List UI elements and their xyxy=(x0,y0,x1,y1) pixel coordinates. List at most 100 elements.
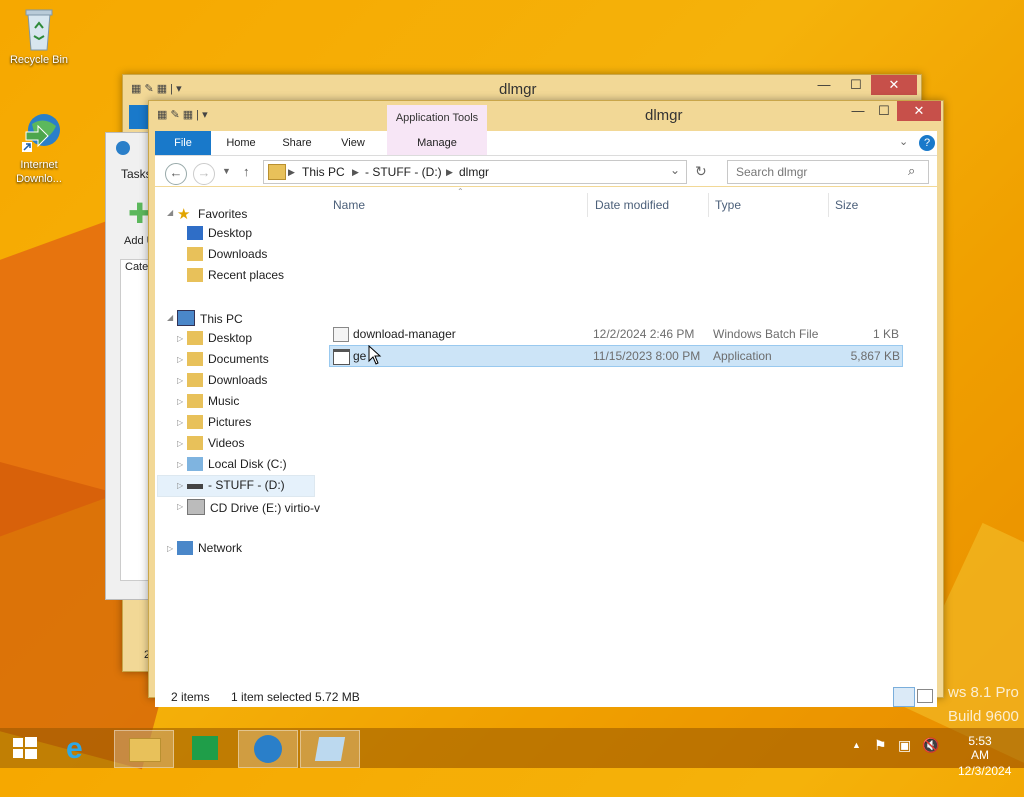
nav-favorites-recent-places[interactable]: Recent places xyxy=(187,268,284,282)
taskbar-internet-explorer[interactable]: e xyxy=(52,730,110,766)
nav-pc-cd-drive[interactable]: CD Drive (E:) virtio-v xyxy=(187,499,320,515)
taskbar-store[interactable] xyxy=(176,730,234,766)
expand-arrow-icon[interactable]: ▷ xyxy=(177,460,183,469)
refresh-icon[interactable]: ↻ xyxy=(695,163,707,180)
nav-pc-pictures[interactable]: Pictures xyxy=(187,415,251,429)
tab-file[interactable]: File xyxy=(155,131,211,155)
breadcrumb-stuff-drive[interactable]: - STUFF - (D:) xyxy=(365,165,442,179)
file-type: Windows Batch File xyxy=(713,327,819,341)
expand-arrow-icon[interactable]: ▷ xyxy=(167,544,173,553)
nav-pc-local-disk[interactable]: Local Disk (C:) xyxy=(187,457,287,471)
address-bar[interactable]: ▶ This PC ▶ - STUFF - (D:) ▶ dlmgr ⌄ xyxy=(263,160,687,184)
show-hidden-icons-icon[interactable]: ▲ xyxy=(852,740,861,750)
column-divider[interactable] xyxy=(587,193,588,217)
tab-home[interactable]: Home xyxy=(215,131,267,155)
taskbar-file-explorer[interactable] xyxy=(114,730,174,768)
forward-button[interactable]: → xyxy=(193,163,215,185)
app-window-icon xyxy=(314,737,346,761)
nav-network[interactable]: Network xyxy=(177,541,242,555)
recycle-bin-icon xyxy=(20,6,58,51)
tab-share[interactable]: Share xyxy=(271,131,323,155)
column-header-name[interactable]: Name xyxy=(333,198,365,212)
tab-manage[interactable]: Manage xyxy=(387,131,487,155)
column-header-size[interactable]: Size xyxy=(835,198,858,212)
categories-header: Cate xyxy=(125,261,149,273)
search-icon[interactable]: ⌕ xyxy=(908,163,915,179)
nav-pc-stuff-drive[interactable]: - STUFF - (D:) xyxy=(187,478,285,492)
breadcrumb-dlmgr[interactable]: dlmgr xyxy=(459,165,489,179)
idm-app-icon xyxy=(116,141,130,155)
minimize-button[interactable]: — xyxy=(811,75,837,95)
expand-arrow-icon[interactable]: ▷ xyxy=(177,502,183,511)
up-arrow-icon[interactable]: ↑ xyxy=(243,164,250,179)
nav-pc-desktop[interactable]: Desktop xyxy=(187,331,252,345)
windows-build-watermark: Build 9600 xyxy=(948,708,1019,725)
back-button[interactable]: ← xyxy=(165,163,187,185)
action-center-flag-icon[interactable]: ⚑ xyxy=(874,737,887,754)
maximize-button[interactable]: ☐ xyxy=(843,75,869,95)
help-icon[interactable]: ? xyxy=(919,135,935,151)
column-header-date-modified[interactable]: Date modified xyxy=(595,198,669,212)
expand-arrow-icon[interactable]: ▷ xyxy=(177,439,183,448)
videos-folder-icon xyxy=(187,436,203,450)
pictures-folder-icon xyxy=(187,415,203,429)
batch-file-icon xyxy=(333,327,349,342)
search-input[interactable]: Search dlmgr xyxy=(736,165,807,179)
quick-access-toolbar[interactable]: ▦ ✎ ▦ | ▾ xyxy=(157,108,208,121)
clock[interactable]: 5:53 AM 12/3/2024 xyxy=(958,734,1011,778)
expand-arrow-icon[interactable]: ▷ xyxy=(177,355,183,364)
desktop-icon-recycle-bin[interactable]: Recycle Bin xyxy=(4,6,74,66)
large-icons-view-icon[interactable] xyxy=(917,689,933,703)
tab-view[interactable]: View xyxy=(327,131,379,155)
network-status-icon[interactable]: ▣ xyxy=(898,737,911,754)
navigation-pane: ◢ ★ Favorites Desktop Downloads Recent pl… xyxy=(155,187,320,685)
expand-arrow-icon[interactable]: ▷ xyxy=(177,376,183,385)
expand-arrow-icon[interactable]: ▷ xyxy=(177,418,183,427)
nav-favorites[interactable]: ★ Favorites xyxy=(177,205,247,223)
file-row-selected[interactable]: ge 11/15/2023 8:00 PM Application 5,867 … xyxy=(329,345,903,367)
details-view-icon[interactable] xyxy=(893,687,915,707)
expand-arrow-icon[interactable]: ▷ xyxy=(177,481,183,490)
chevron-right-icon: ▶ xyxy=(288,167,295,177)
address-bar-row: ← → ▼ ↑ ▶ This PC ▶ - STUFF - (D:) ▶ dlm… xyxy=(155,156,937,186)
file-row[interactable]: download-manager 12/2/2024 2:46 PM Windo… xyxy=(329,324,901,344)
downloads-folder-icon xyxy=(187,247,203,261)
computer-icon xyxy=(177,310,195,326)
collapse-arrow-icon[interactable]: ◢ xyxy=(167,208,173,217)
column-divider[interactable] xyxy=(828,193,829,217)
windows-watermark: ws 8.1 Pro xyxy=(948,684,1019,701)
expand-arrow-icon[interactable]: ▷ xyxy=(177,397,183,406)
network-icon xyxy=(177,541,193,555)
column-divider[interactable] xyxy=(708,193,709,217)
downloads-folder-icon xyxy=(187,373,203,387)
nav-pc-music[interactable]: Music xyxy=(187,394,239,408)
volume-muted-icon[interactable]: 🔇 xyxy=(922,737,939,754)
nav-this-pc[interactable]: This PC xyxy=(177,310,243,326)
nav-pc-downloads[interactable]: Downloads xyxy=(187,373,267,387)
nav-favorites-desktop[interactable]: Desktop xyxy=(187,226,252,240)
file-name: ge xyxy=(353,349,367,363)
expand-ribbon-icon[interactable]: ⌄ xyxy=(899,135,908,148)
maximize-button[interactable]: ☐ xyxy=(871,101,897,121)
address-dropdown-icon[interactable]: ⌄ xyxy=(670,163,680,177)
search-box[interactable]: Search dlmgr ⌕ xyxy=(727,160,929,184)
collapse-arrow-icon[interactable]: ◢ xyxy=(167,313,173,322)
nav-pc-videos[interactable]: Videos xyxy=(187,436,244,450)
taskbar-app[interactable] xyxy=(300,730,360,768)
close-button[interactable]: ✕ xyxy=(897,101,941,121)
taskbar-internet-download-manager[interactable] xyxy=(238,730,298,768)
explorer-window[interactable]: ▦ ✎ ▦ | ▾ Application Tools dlmgr — ☐ ✕ … xyxy=(148,100,944,707)
start-button[interactable] xyxy=(0,730,50,766)
quick-access-toolbar: ▦ ✎ ▦ | ▾ xyxy=(131,83,182,95)
application-icon xyxy=(333,349,350,365)
minimize-button[interactable]: — xyxy=(845,101,871,121)
nav-favorites-downloads[interactable]: Downloads xyxy=(187,247,267,261)
desktop-icon-internet-download-manager[interactable]: Internet Downlo... xyxy=(4,112,74,186)
folder-icon xyxy=(268,164,286,180)
close-button[interactable]: ✕ xyxy=(871,75,917,95)
recent-locations-icon[interactable]: ▼ xyxy=(222,166,231,176)
breadcrumb-this-pc[interactable]: This PC xyxy=(302,165,345,179)
nav-pc-documents[interactable]: Documents xyxy=(187,352,269,366)
expand-arrow-icon[interactable]: ▷ xyxy=(177,334,183,343)
column-header-type[interactable]: Type xyxy=(715,198,741,212)
